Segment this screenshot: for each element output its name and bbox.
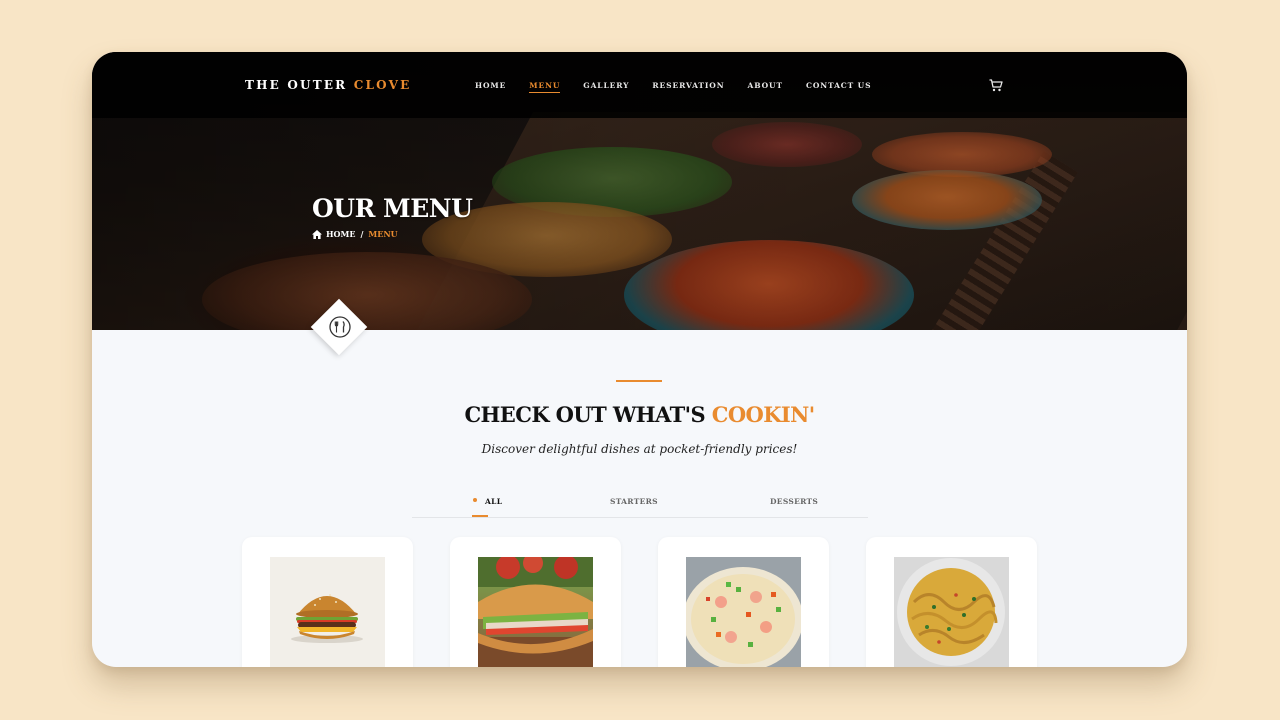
- menu-item-card[interactable]: [450, 537, 621, 667]
- browser-window: OUR MENU HOME / MENU THE OUTER CLOVE HOM…: [92, 52, 1187, 667]
- section-title-accent: COOKIN': [711, 402, 815, 427]
- tab-starters[interactable]: STARTERS: [610, 497, 658, 506]
- noodles-image: [894, 557, 1009, 667]
- page-title: OUR MENU: [312, 194, 473, 223]
- cart-icon[interactable]: [989, 79, 1003, 92]
- tab-all-label: ALL: [485, 497, 503, 506]
- active-tab-indicator: [472, 515, 488, 517]
- nav-item-menu[interactable]: MENU: [529, 81, 561, 93]
- nav-menu: HOME MENU GALLERY RESERVATION ABOUT CONT…: [475, 81, 894, 93]
- top-navbar: THE OUTER CLOVE HOME MENU GALLERY RESERV…: [92, 52, 1187, 118]
- home-icon: [312, 229, 322, 239]
- fried-rice-image: [686, 557, 801, 667]
- breadcrumb-current: MENU: [368, 229, 398, 239]
- nav-item-contact-us[interactable]: CONTACT US: [806, 81, 871, 93]
- section-title-main: CHECK OUT WHAT'S: [464, 402, 712, 427]
- tab-desserts[interactable]: DESSERTS: [770, 497, 818, 506]
- section-subtitle: Discover delightful dishes at pocket-fri…: [481, 442, 798, 456]
- active-dot-icon: [473, 498, 477, 502]
- menu-item-card[interactable]: [866, 537, 1037, 667]
- brand-name-accent: CLOVE: [353, 78, 412, 92]
- nav-item-home[interactable]: HOME: [475, 81, 506, 93]
- breadcrumb: HOME / MENU: [312, 229, 398, 239]
- menu-category-tabs: ALL STARTERS DESSERTS: [412, 490, 868, 518]
- cutlery-icon: [329, 316, 351, 338]
- menu-item-card[interactable]: [658, 537, 829, 667]
- brand-name-main: THE OUTER: [245, 78, 354, 92]
- burger-image: [270, 557, 385, 667]
- section-divider: [616, 380, 662, 382]
- brand-logo[interactable]: THE OUTER CLOVE: [245, 78, 411, 92]
- nav-item-reservation[interactable]: RESERVATION: [652, 81, 724, 93]
- tab-all[interactable]: ALL: [473, 497, 502, 506]
- section-title: CHECK OUT WHAT'S COOKIN': [92, 402, 1187, 427]
- breadcrumb-home-link[interactable]: HOME: [326, 229, 355, 239]
- sandwich-image: [478, 557, 593, 667]
- menu-item-card[interactable]: [242, 537, 413, 667]
- breadcrumb-separator: /: [360, 229, 364, 239]
- nav-item-about[interactable]: ABOUT: [748, 81, 783, 93]
- nav-item-gallery[interactable]: GALLERY: [583, 81, 629, 93]
